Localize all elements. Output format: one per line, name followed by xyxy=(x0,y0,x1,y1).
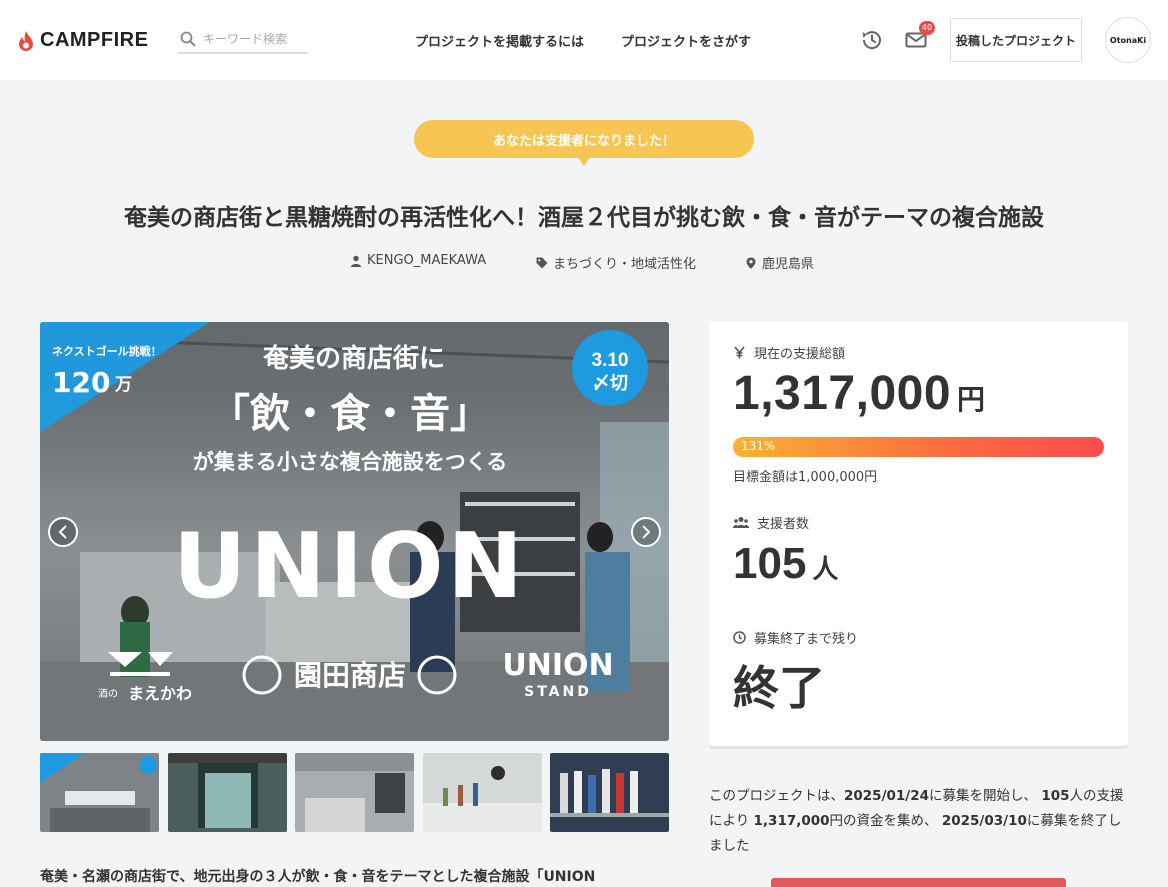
next-goal-value: 120 xyxy=(52,366,110,399)
maekawa-small: 酒の xyxy=(98,688,118,700)
thumbnail-4[interactable] xyxy=(423,753,542,832)
supporter-notice: あなたは支援者になりました！ xyxy=(414,120,754,166)
goal-amount: 目標金額は1,000,000円 xyxy=(733,470,878,485)
yen-icon xyxy=(734,346,745,359)
hero-big-text: UNION xyxy=(173,514,527,619)
summary-text-2: に募集を開始し、 xyxy=(929,788,1038,804)
logo-text: CAMPFIRE xyxy=(40,29,149,51)
project-owner[interactable]: KENGO_MAEKAWA xyxy=(350,253,486,268)
chevron-right-icon xyxy=(642,525,651,539)
location-pin-icon xyxy=(746,257,756,269)
users-icon xyxy=(733,517,749,528)
total-label-row: 現在の支援総額 xyxy=(733,343,845,362)
remaining-label-row: 募集終了まで残り xyxy=(733,628,858,647)
history-icon[interactable] xyxy=(860,28,884,52)
funding-progress-bar: 131% xyxy=(733,437,1104,457)
category-name: まちづくり・地域活性化 xyxy=(553,257,697,272)
progress-percent: 131% xyxy=(741,439,776,453)
site-header: CAMPFIRE プロジェクトを掲載するには プロジェクトをさがす 40 投稿し… xyxy=(0,0,1168,80)
thumbnail-3[interactable] xyxy=(295,753,414,832)
shop-name: 園田商店 xyxy=(294,659,406,692)
user-icon xyxy=(351,255,361,267)
project-summary: このプロジェクトは、2025/01/24に募集を開始し、 105人の支援により … xyxy=(709,784,1128,859)
remaining-value: 終了 xyxy=(733,661,825,715)
next-image-button[interactable] xyxy=(631,517,661,547)
location-name: 鹿児島県 xyxy=(762,257,815,272)
summary-text-1: このプロジェクトは、 xyxy=(709,788,844,804)
posted-projects-button[interactable]: 投稿したプロジェクト xyxy=(950,18,1082,62)
hero-image-art: ネクストゴール挑戦！ 120 万 3.10 〆切 奄美の商店街に 「飲・食・音」… xyxy=(40,322,669,741)
deadline-date: 3.10 xyxy=(592,350,629,371)
clock-icon xyxy=(733,631,746,644)
project-location[interactable]: 鹿児島県 xyxy=(745,253,814,272)
support-button[interactable] xyxy=(771,878,1066,887)
flame-icon xyxy=(19,30,33,51)
project-main-image[interactable]: ネクストゴール挑戦！ 120 万 3.10 〆切 奄美の商店街に 「飲・食・音」… xyxy=(40,322,669,741)
prev-image-button[interactable] xyxy=(48,517,78,547)
summary-text-4: 円の資金を集め、 xyxy=(829,813,938,829)
supporters-count-value: 105 xyxy=(733,539,807,588)
thumbnail-2[interactable] xyxy=(168,753,287,832)
deadline-label: 〆切 xyxy=(592,373,628,394)
chevron-left-icon xyxy=(58,525,67,539)
search-icon xyxy=(180,31,196,47)
hero-line2: 「飲・食・音」 xyxy=(210,390,490,437)
search-input[interactable] xyxy=(203,32,303,46)
summary-amount: 1,317,000 xyxy=(753,813,830,829)
total-amount: 1,317,000 円 xyxy=(733,366,986,421)
supporters-label: 支援者数 xyxy=(757,517,810,532)
campfire-logo[interactable]: CAMPFIRE xyxy=(18,29,148,52)
search-box[interactable] xyxy=(178,26,308,54)
next-goal-unit: 万 xyxy=(114,375,132,395)
funding-stats-panel: 現在の支援総額 1,317,000 円 131% 目標金額は1,000,000円 … xyxy=(709,322,1128,746)
tag-icon xyxy=(536,257,548,268)
hero-line1: 奄美の商店街に xyxy=(263,343,445,374)
hero-line3: が集まる小さな複合施設をつくる xyxy=(193,449,508,474)
project-title: 奄美の商店街と黒糖焼酎の再活性化へ！酒屋２代目が挑む飲・食・音がテーマの複合施設 xyxy=(124,205,1044,231)
nav-find-project[interactable]: プロジェクトをさがす xyxy=(621,31,751,50)
supporters-count: 105 人 xyxy=(733,539,838,589)
summary-end-date: 2025/03/10 xyxy=(941,813,1027,829)
stand-sub: STAND xyxy=(524,684,592,700)
supporters-count-unit: 人 xyxy=(812,554,839,584)
thumbnail-1[interactable] xyxy=(40,753,159,832)
total-label: 現在の支援総額 xyxy=(754,347,846,362)
total-amount-value: 1,317,000 xyxy=(733,367,952,420)
maekawa-text: まえかわ xyxy=(128,684,192,703)
mail-badge: 40 xyxy=(919,21,935,35)
stand-title: UNION xyxy=(502,648,613,683)
nav-list-project[interactable]: プロジェクトを掲載するには xyxy=(415,31,584,50)
supporters-label-row: 支援者数 xyxy=(733,513,809,532)
next-goal-label: ネクストゴール挑戦！ xyxy=(52,344,162,358)
summary-start-date: 2025/01/24 xyxy=(844,788,930,804)
project-description: 奄美・名瀬の商店街で、地元出身の３人が飲・食・音をテーマとした複合施設「UNIO… xyxy=(40,869,596,885)
owner-name: KENGO_MAEKAWA xyxy=(367,253,487,268)
thumbnail-5[interactable] xyxy=(550,753,669,832)
project-category[interactable]: まちづくり・地域活性化 xyxy=(536,253,696,272)
summary-count: 105 xyxy=(1041,788,1070,804)
total-amount-unit: 円 xyxy=(957,384,986,415)
remaining-label: 募集終了まで残り xyxy=(754,632,859,647)
user-avatar[interactable]: OtonaKi xyxy=(1105,17,1151,63)
